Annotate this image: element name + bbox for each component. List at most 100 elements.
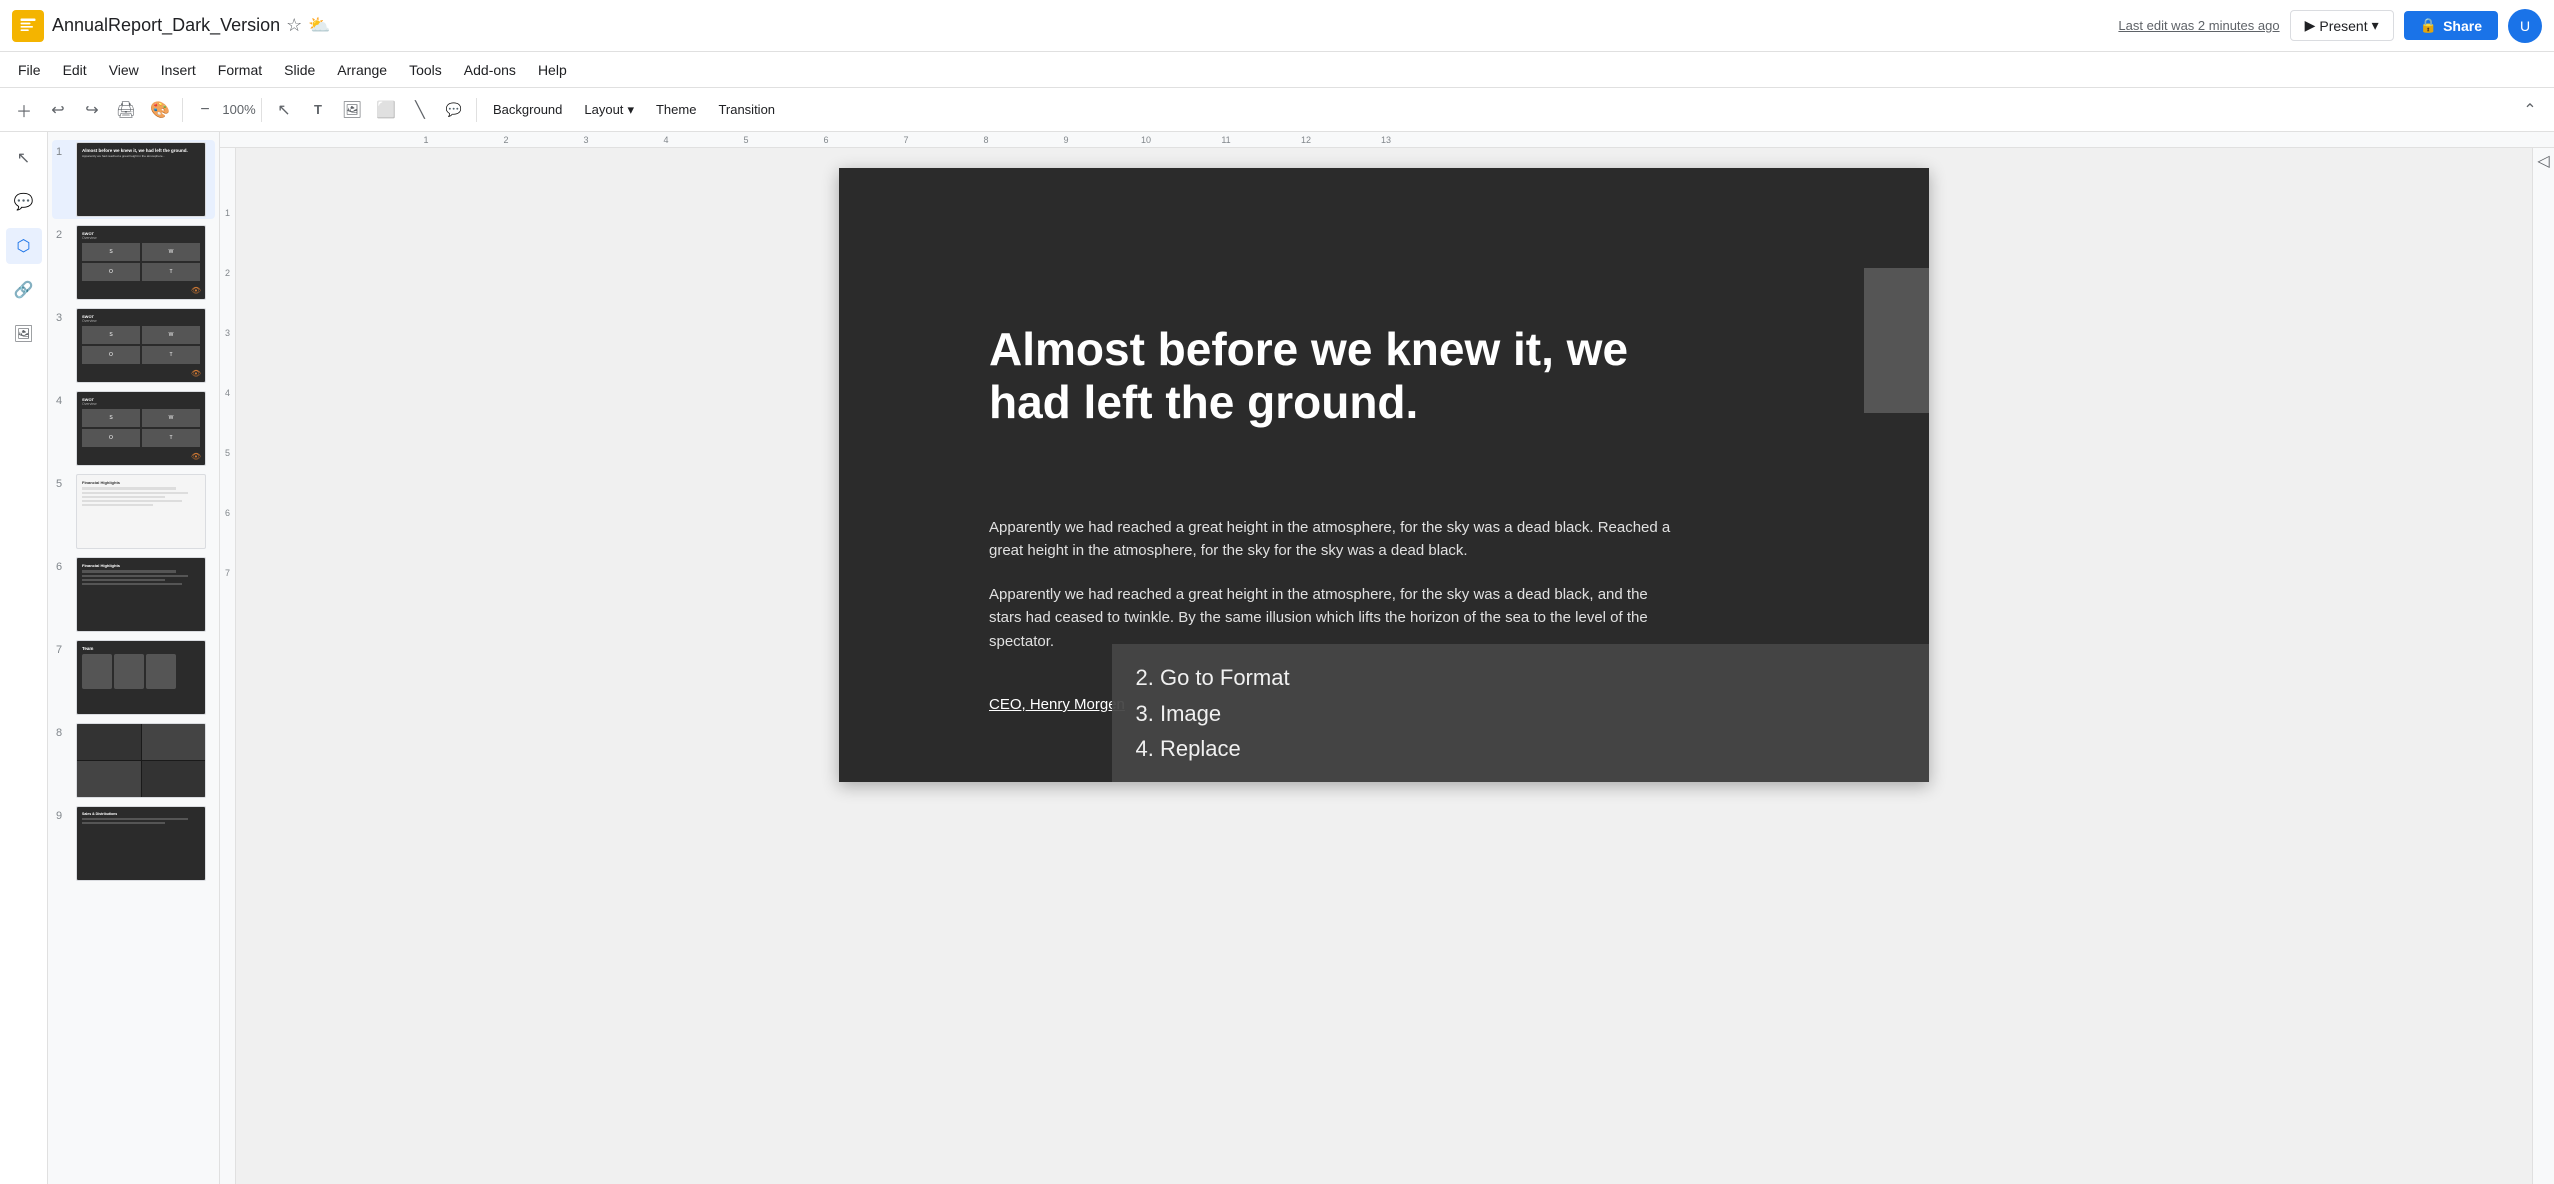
menu-slide[interactable]: Slide xyxy=(274,58,325,82)
zoom-in-button[interactable]: 100% xyxy=(223,94,255,126)
shape-tool[interactable]: ⬡ xyxy=(6,228,42,264)
layout-chevron-icon: ▾ xyxy=(627,102,634,118)
present-label: Present xyxy=(2319,18,2367,34)
slide-heading: Almost before we knew it, we had left th… xyxy=(989,323,1689,429)
slide-thumb-5: Financial Highlights xyxy=(76,474,206,549)
slide-number-7: 7 xyxy=(56,640,70,656)
slide-canvas: Almost before we knew it, we had left th… xyxy=(839,168,1929,782)
menu-tools[interactable]: Tools xyxy=(399,58,452,82)
slide-number-5: 5 xyxy=(56,474,70,490)
dropdown-item-1: 2. Go to Format xyxy=(1136,660,1906,695)
toolbar: ＋ ↩ ↪ 🖨 🎨 − 100% ↖ T 🖼 ⬜ ╲ 💬 Background … xyxy=(0,88,2554,132)
background-button[interactable]: Background xyxy=(483,98,572,121)
slide-item-1[interactable]: 1 Almost before we knew it, we had left … xyxy=(52,140,215,219)
collapse-toolbar-button[interactable]: ⌃ xyxy=(2514,94,2546,126)
slide-item-6[interactable]: 6 Financial Highlights xyxy=(52,555,215,634)
slide-item-7[interactable]: 7 Team xyxy=(52,638,215,717)
slideshow-icon: ▶ xyxy=(2305,17,2316,34)
slide-thumb-1: Almost before we knew it, we had left th… xyxy=(76,142,206,217)
link-tool[interactable]: 🔗 xyxy=(6,272,42,308)
slide-ceo-name[interactable]: CEO, Henry Morgen xyxy=(989,696,1125,713)
text-button[interactable]: T xyxy=(302,94,334,126)
new-slide-button[interactable]: ＋ xyxy=(8,94,40,126)
slide-item-9[interactable]: 9 Sales & Distributions xyxy=(52,804,215,883)
menu-bar: File Edit View Insert Format Slide Arran… xyxy=(0,52,2554,88)
cloud-icon[interactable]: ⛅ xyxy=(308,15,330,36)
undo-button[interactable]: ↩ xyxy=(42,94,74,126)
main-layout: ↖ 💬 ⬡ 🔗 🖼 1 Almost before we knew it, we… xyxy=(0,132,2554,1184)
present-arrow-icon: ▾ xyxy=(2372,17,2379,34)
app-icon[interactable] xyxy=(12,10,44,42)
slide-item-8[interactable]: 8 xyxy=(52,721,215,800)
transition-button[interactable]: Transition xyxy=(708,98,785,121)
toolbar-divider-2 xyxy=(261,98,262,122)
canvas-container[interactable]: Almost before we knew it, we had left th… xyxy=(236,148,2532,1184)
top-right-actions: Last edit was 2 minutes ago ▶ Present ▾ … xyxy=(2118,9,2542,43)
image-tool[interactable]: 🖼 xyxy=(6,316,42,352)
paint-format-button[interactable]: 🎨 xyxy=(144,94,176,126)
slide-item-3[interactable]: 3 SWOT Overview S W O T 👁 xyxy=(52,306,215,385)
select-tool[interactable]: ↖ xyxy=(6,140,42,176)
slide-number-6: 6 xyxy=(56,557,70,573)
menu-format[interactable]: Format xyxy=(208,58,272,82)
transition-label: Transition xyxy=(718,102,775,117)
menu-insert[interactable]: Insert xyxy=(151,58,206,82)
slide-item-2[interactable]: 2 SWOT Overview S W O T 👁 xyxy=(52,223,215,302)
slide-thumb-4: SWOT Overview S W O T 👁 xyxy=(76,391,206,466)
menu-edit[interactable]: Edit xyxy=(53,58,97,82)
slide-number-3: 3 xyxy=(56,308,70,324)
dropdown-item-3: 4. Replace xyxy=(1136,731,1906,766)
slide-thumb-2: SWOT Overview S W O T 👁 xyxy=(76,225,206,300)
slide-number-9: 9 xyxy=(56,806,70,822)
slide-number-2: 2 xyxy=(56,225,70,241)
print-button[interactable]: 🖨 xyxy=(110,94,142,126)
slide-number-4: 4 xyxy=(56,391,70,407)
slide-item-5[interactable]: 5 Financial Highlights xyxy=(52,472,215,551)
doc-title-area: AnnualReport_Dark_Version ☆ ⛅ xyxy=(52,15,331,36)
user-initial: U xyxy=(2520,18,2530,34)
top-bar: AnnualReport_Dark_Version ☆ ⛅ Last edit … xyxy=(0,0,2554,52)
slide-panel: 1 Almost before we knew it, we had left … xyxy=(48,132,220,1184)
theme-label: Theme xyxy=(656,102,696,117)
image-button[interactable]: 🖼 xyxy=(336,94,368,126)
toolbar-right-spacer: ⌃ xyxy=(2514,94,2546,126)
shape-button[interactable]: ⬜ xyxy=(370,94,402,126)
user-avatar[interactable]: U xyxy=(2508,9,2542,43)
doc-title[interactable]: AnnualReport_Dark_Version xyxy=(52,15,280,36)
slide-body-paragraph-1: Apparently we had reached a great height… xyxy=(989,516,1689,563)
slide-thumb-6: Financial Highlights xyxy=(76,557,206,632)
toolbar-divider-1 xyxy=(182,98,183,122)
right-panel: ◁ xyxy=(2532,148,2554,1184)
present-button[interactable]: ▶ Present ▾ xyxy=(2290,10,2394,41)
left-toolbar: ↖ 💬 ⬡ 🔗 🖼 xyxy=(0,132,48,1184)
slide-number-8: 8 xyxy=(56,723,70,739)
menu-view[interactable]: View xyxy=(99,58,149,82)
cursor-button[interactable]: ↖ xyxy=(268,94,300,126)
menu-arrange[interactable]: Arrange xyxy=(327,58,397,82)
zoom-out-button[interactable]: − xyxy=(189,94,221,126)
canvas-with-ruler: 1 2 3 4 5 6 7 8 9 10 11 12 13 1 2 xyxy=(220,132,2554,1184)
dropdown-item-2: 3. Image xyxy=(1136,696,1906,731)
theme-button[interactable]: Theme xyxy=(646,98,706,121)
ruler-horizontal: 1 2 3 4 5 6 7 8 9 10 11 12 13 xyxy=(220,132,2554,148)
redo-button[interactable]: ↪ xyxy=(76,94,108,126)
expand-panel-button[interactable]: ◁ xyxy=(2535,152,2553,170)
menu-addons[interactable]: Add-ons xyxy=(454,58,526,82)
comments-button[interactable]: 💬 xyxy=(438,94,470,126)
comment-tool[interactable]: 💬 xyxy=(6,184,42,220)
slide-item-4[interactable]: 4 SWOT Overview S W O T 👁 xyxy=(52,389,215,468)
menu-file[interactable]: File xyxy=(8,58,51,82)
team-label-thumb: Team xyxy=(82,646,200,651)
share-label: Share xyxy=(2443,18,2482,34)
menu-help[interactable]: Help xyxy=(528,58,577,82)
share-button[interactable]: 🔒 Share xyxy=(2404,11,2498,40)
slide-body-paragraph-2: Apparently we had reached a great height… xyxy=(989,583,1669,653)
slide-thumb-9: Sales & Distributions xyxy=(76,806,206,881)
line-button[interactable]: ╲ xyxy=(404,94,436,126)
layout-button[interactable]: Layout ▾ xyxy=(574,98,644,122)
slide-thumb-7: Team xyxy=(76,640,206,715)
star-icon[interactable]: ☆ xyxy=(286,15,302,36)
background-label: Background xyxy=(493,102,562,117)
ruler-vertical: 1 2 3 4 5 6 7 xyxy=(220,148,236,1184)
last-edit-inline[interactable]: Last edit was 2 minutes ago xyxy=(2118,18,2279,33)
